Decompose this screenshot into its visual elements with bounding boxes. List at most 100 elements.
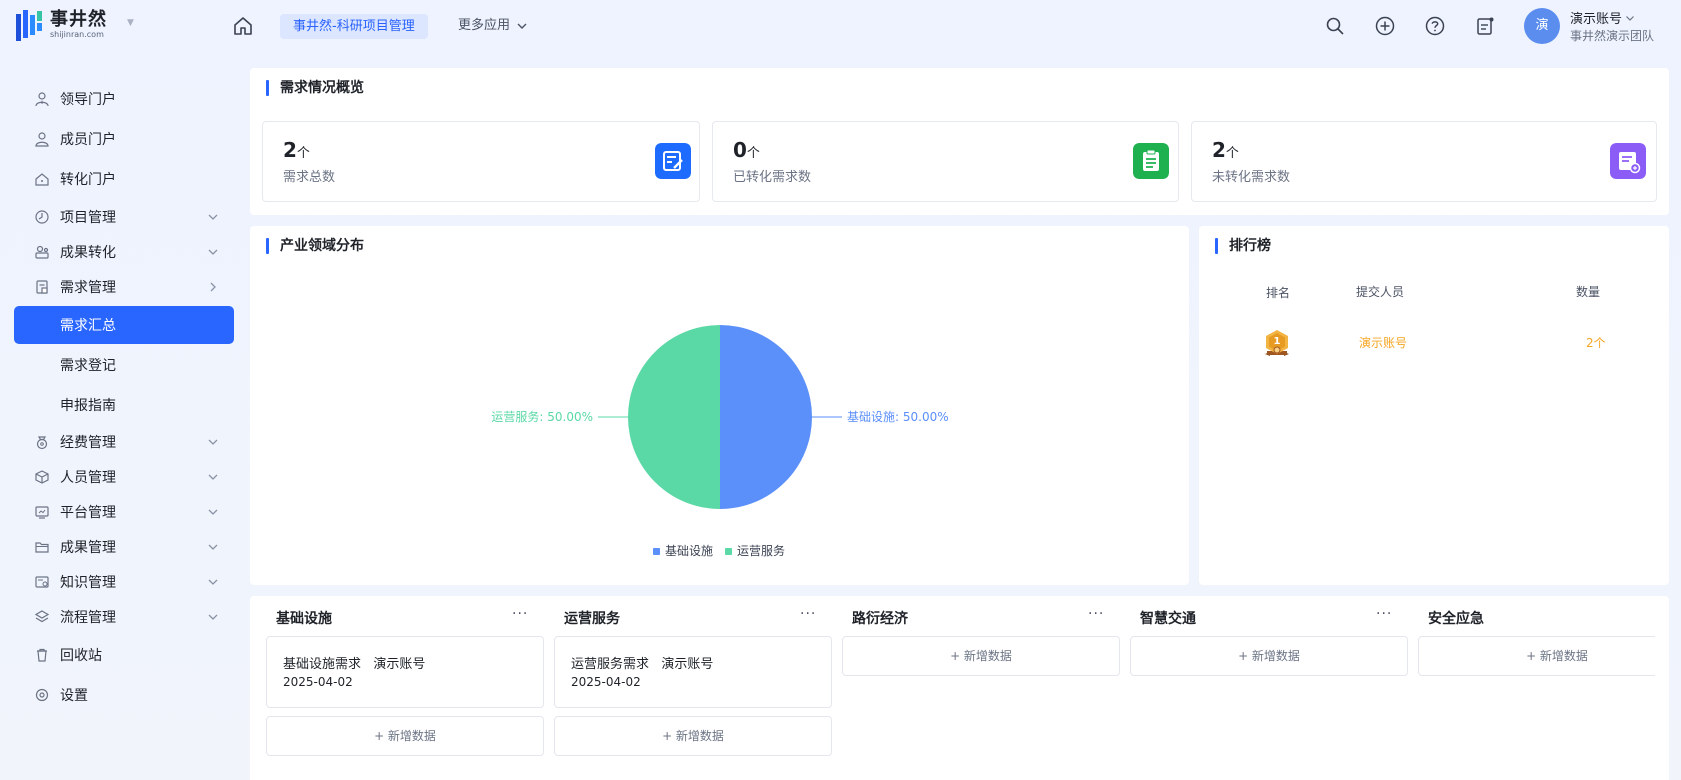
user-menu[interactable]: 演示账号 (1570, 8, 1635, 27)
sidebar-item-2[interactable]: 转化门户 (14, 160, 234, 198)
edit-doc-icon (655, 143, 691, 179)
ranking-row-count: 2个 (1586, 336, 1606, 350)
pie-slice-operations[interactable] (628, 325, 720, 509)
sidebar-item-0[interactable]: 领导门户 (14, 80, 234, 118)
column-more-icon[interactable]: ··· (1088, 606, 1104, 622)
more-apps-label: 更多应用 (458, 18, 511, 33)
more-apps-dropdown[interactable]: 更多应用 (458, 16, 528, 36)
sidebar-item-11[interactable]: 平台管理 (14, 493, 234, 531)
kanban-column-title: 安全应急 (1428, 611, 1484, 627)
help-icon[interactable] (1424, 15, 1446, 37)
legend-swatch-infrastructure (653, 548, 660, 555)
stat-total-label: 需求总数 (283, 170, 336, 185)
ranking-header-count: 数量 (1576, 285, 1601, 299)
legend-swatch-operations (725, 548, 732, 555)
sidebar-item-15[interactable]: 回收站 (14, 636, 234, 674)
sidebar-item-12[interactable]: 成果管理 (14, 528, 234, 566)
sidebar-item-16[interactable]: 设置 (14, 676, 234, 714)
document-badge-icon (1610, 143, 1646, 179)
sidebar-item-5[interactable]: 需求管理 (14, 268, 234, 306)
overview-card: 需求情况概览 2个 需求总数 0个 已转化需求数 2个 未转化需求数 (250, 68, 1669, 215)
add-data-button[interactable]: + 新增数据 (554, 716, 832, 756)
home-icon[interactable] (232, 15, 254, 37)
sidebar-item-10[interactable]: 人员管理 (14, 458, 234, 496)
pie-label-operations: 运营服务: 50.00% (491, 409, 593, 424)
sidebar-item-label: 转化门户 (60, 172, 116, 188)
add-data-button[interactable]: + 新增数据 (1130, 636, 1408, 676)
chevron-down-icon (208, 579, 218, 585)
sidebar-item-14[interactable]: 流程管理 (14, 598, 234, 636)
sidebar-item-8[interactable]: 申报指南 (14, 386, 234, 424)
legend-label-infrastructure[interactable]: 基础设施 (665, 544, 713, 558)
ranking-rank-1: 1 (1274, 336, 1281, 347)
sidebar-item-label: 成果管理 (60, 540, 116, 556)
sidebar-item-13[interactable]: 知识管理 (14, 563, 234, 601)
layers-icon (34, 610, 50, 623)
stat-converted-label: 已转化需求数 (733, 170, 812, 185)
sidebar-item-3[interactable]: 项目管理 (14, 198, 234, 236)
stat-unconverted-label: 未转化需求数 (1212, 170, 1291, 185)
kanban-card-date: 2025-04-02 (283, 675, 353, 689)
ranking-card: 排行榜 排名 提交人员 数量 1 演示账号 2个 (1199, 226, 1669, 585)
sidebar-item-6[interactable]: 需求汇总 (14, 306, 234, 344)
user-icon (35, 132, 49, 147)
sidebar-item-1[interactable]: 成员门户 (14, 120, 234, 158)
user-tie-icon (35, 92, 49, 107)
stat-converted: 0个 已转化需求数 (712, 121, 1179, 202)
sidebar-item-label: 成员门户 (60, 132, 116, 148)
legend-label-operations[interactable]: 运营服务 (737, 543, 785, 558)
sidebar-item-label: 需求登记 (60, 358, 116, 374)
kanban-card-date: 2025-04-02 (571, 675, 641, 689)
settings-icon (35, 688, 49, 702)
kanban-card[interactable]: 运营服务需求 演示账号 2025-04-02 (554, 636, 832, 708)
add-data-button[interactable]: + 新增数据 (1418, 636, 1655, 676)
add-data-button[interactable]: + 新增数据 (266, 716, 544, 756)
kanban-column-title: 智慧交通 (1140, 611, 1196, 627)
sidebar-item-label: 回收站 (60, 648, 102, 664)
plus-circle-icon[interactable] (1374, 15, 1396, 37)
ranking-row-name[interactable]: 演示账号 (1359, 334, 1407, 351)
notice-icon[interactable] (1474, 15, 1496, 37)
chevron-down-icon (208, 509, 218, 515)
kanban-card[interactable]: 基础设施需求 演示账号 2025-04-02 (266, 636, 544, 708)
kanban-column-title: 运营服务 (564, 611, 620, 627)
search-icon[interactable] (1324, 15, 1346, 37)
clock-icon (35, 210, 49, 224)
sidebar-item-label: 需求汇总 (60, 318, 116, 334)
active-app-tab[interactable]: 事井然-科研项目管理 (280, 14, 428, 39)
logo-icon (16, 10, 42, 41)
chevron-down-icon (208, 249, 218, 255)
sidebar-item-4[interactable]: 成果转化 (14, 233, 234, 271)
chevron-down-icon (208, 544, 218, 550)
sidebar-item-7[interactable]: 需求登记 (14, 346, 234, 384)
chevron-down-icon (208, 214, 218, 220)
sidebar-item-9[interactable]: 经费管理 (14, 423, 234, 461)
pie-slice-infrastructure[interactable] (720, 325, 812, 509)
column-more-icon[interactable]: ··· (800, 606, 816, 622)
column-more-icon[interactable]: ··· (512, 606, 528, 622)
add-data-button[interactable]: + 新增数据 (842, 636, 1120, 676)
stat-converted-value: 0个 (733, 138, 760, 162)
chevron-down-icon (208, 439, 218, 445)
chevron-down-icon (208, 614, 218, 620)
column-more-icon[interactable]: ··· (1376, 606, 1392, 622)
stat-unconverted: 2个 未转化需求数 (1191, 121, 1657, 202)
folder-icon (35, 542, 49, 553)
clipboard-check-icon (1133, 143, 1169, 179)
cube-icon (35, 470, 49, 484)
chevron-down-icon (517, 23, 527, 29)
sidebar-item-label: 平台管理 (60, 505, 116, 521)
kanban-card-title: 基础设施需求 演示账号 (283, 657, 426, 672)
sidebar-item-label: 申报指南 (60, 398, 116, 414)
app-logo[interactable]: 事井然 shijinran.com (14, 6, 107, 44)
kanban-column-title: 路衍经济 (852, 611, 908, 627)
logo-caret-icon[interactable]: ▼ (127, 18, 134, 28)
sidebar-item-label: 经费管理 (60, 435, 116, 451)
ranking-header-rank: 排名 (1266, 286, 1291, 300)
stat-unconverted-value: 2个 (1212, 138, 1239, 162)
trash-icon (37, 648, 47, 662)
logo-subtitle: shijinran.com (50, 30, 104, 39)
ranking-title: 排行榜 (1215, 238, 1271, 254)
monitor-icon (35, 506, 49, 519)
avatar[interactable]: 演 (1524, 8, 1560, 44)
